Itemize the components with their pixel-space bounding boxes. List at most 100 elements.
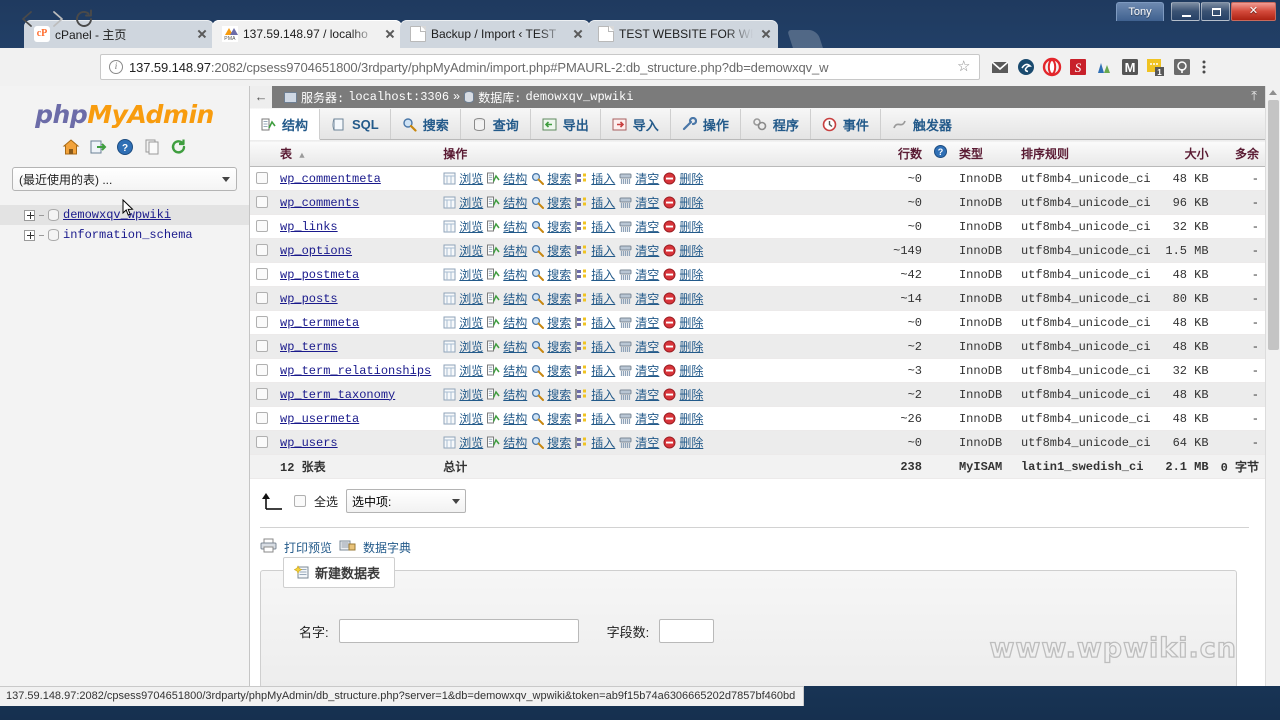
row-checkbox[interactable] [256,364,268,376]
table-row[interactable]: wp_links浏览结构搜索插入清空删除~0InnoDButf8mb4_unic… [250,215,1265,239]
action-drop[interactable]: 删除 [663,434,703,451]
col-name[interactable]: 表 ▲ [274,141,437,167]
table-row[interactable]: wp_termmeta浏览结构搜索插入清空删除~0InnoDButf8mb4_u… [250,311,1265,335]
breadcrumb-back-button[interactable]: ← [250,86,272,108]
data-dictionary-link[interactable]: 数据字典 [363,539,411,556]
action-drop[interactable]: 删除 [663,410,703,427]
browser-tab-2[interactable]: Backup / Import ‹ TEST [400,20,590,48]
row-checkbox-cell[interactable] [250,407,274,431]
action-browse[interactable]: 浏览 [443,434,483,451]
tab-events[interactable]: 事件 [811,109,881,139]
action-insert[interactable]: 插入 [575,218,615,235]
row-table-name[interactable]: wp_options [274,239,437,263]
tab-structure[interactable]: 结构 [250,109,320,140]
row-checkbox[interactable] [256,292,268,304]
print-view-link[interactable]: 打印预览 [284,539,332,556]
action-browse[interactable]: 浏览 [443,194,483,211]
scroll-up-arrow-icon[interactable] [1269,90,1277,95]
row-checkbox[interactable] [256,244,268,256]
action-empty[interactable]: 清空 [619,386,659,403]
tab-sql[interactable]: SQL [320,109,391,139]
action-empty[interactable]: 清空 [619,194,659,211]
table-name-link[interactable]: wp_postmeta [280,268,359,282]
row-checkbox[interactable] [256,268,268,280]
action-drop[interactable]: 删除 [663,314,703,331]
new-tab-button[interactable] [787,30,823,48]
action-drop[interactable]: 删除 [663,194,703,211]
action-search[interactable]: 搜索 [531,410,571,427]
row-checkbox-cell[interactable] [250,167,274,191]
tab-operations[interactable]: 操作 [671,109,741,139]
action-empty[interactable]: 清空 [619,434,659,451]
row-checkbox[interactable] [256,388,268,400]
tab-query[interactable]: 查询 [461,109,531,139]
row-checkbox-cell[interactable] [250,359,274,383]
row-checkbox[interactable] [256,172,268,184]
table-row[interactable]: wp_postmeta浏览结构搜索插入清空删除~42InnoDButf8mb4_… [250,263,1265,287]
page-scrollbar[interactable] [1265,86,1280,686]
action-search[interactable]: 搜索 [531,386,571,403]
action-search[interactable]: 搜索 [531,362,571,379]
action-empty[interactable]: 清空 [619,218,659,235]
database-name[interactable]: demowxqv_wpwiki [63,208,171,222]
action-insert[interactable]: 插入 [575,194,615,211]
site-info-icon[interactable] [109,60,123,74]
action-browse[interactable]: 浏览 [443,362,483,379]
table-name-link[interactable]: wp_comments [280,196,359,210]
row-table-name[interactable]: wp_commentmeta [274,167,437,191]
help-icon[interactable]: ? [116,138,134,156]
action-structure[interactable]: 结构 [487,434,527,451]
table-name-link[interactable]: wp_users [280,436,338,450]
row-table-name[interactable]: wp_users [274,431,437,455]
action-structure[interactable]: 结构 [487,266,527,283]
back-icon[interactable] [15,7,39,31]
edge-circle-icon[interactable] [1016,57,1036,77]
action-browse[interactable]: 浏览 [443,290,483,307]
table-name-link[interactable]: wp_term_taxonomy [280,388,395,402]
row-table-name[interactable]: wp_termmeta [274,311,437,335]
action-search[interactable]: 搜索 [531,170,571,187]
action-drop[interactable]: 删除 [663,170,703,187]
row-checkbox-cell[interactable] [250,239,274,263]
action-search[interactable]: 搜索 [531,266,571,283]
action-insert[interactable]: 插入 [575,290,615,307]
action-structure[interactable]: 结构 [487,386,527,403]
action-insert[interactable]: 插入 [575,170,615,187]
table-row[interactable]: wp_options浏览结构搜索插入清空删除~149InnoDButf8mb4_… [250,239,1265,263]
with-selected-dropdown[interactable]: 选中项: [346,489,466,513]
action-drop[interactable]: 删除 [663,242,703,259]
row-table-name[interactable]: wp_term_taxonomy [274,383,437,407]
m-icon[interactable]: M [1120,57,1140,77]
action-empty[interactable]: 清空 [619,362,659,379]
action-structure[interactable]: 结构 [487,242,527,259]
action-browse[interactable]: 浏览 [443,218,483,235]
action-insert[interactable]: 插入 [575,386,615,403]
row-checkbox-cell[interactable] [250,287,274,311]
col-collation[interactable]: 排序规则 [1015,141,1157,167]
action-structure[interactable]: 结构 [487,362,527,379]
action-empty[interactable]: 清空 [619,314,659,331]
table-name-input[interactable] [339,619,579,643]
column-count-input[interactable] [659,619,714,643]
action-structure[interactable]: 结构 [487,410,527,427]
action-search[interactable]: 搜索 [531,290,571,307]
action-drop[interactable]: 删除 [663,290,703,307]
bookmark-star-icon[interactable]: ☆ [957,59,973,75]
row-table-name[interactable]: wp_posts [274,287,437,311]
tab-close-icon[interactable] [570,26,586,42]
tab-close-icon[interactable] [382,26,398,42]
shield-icon[interactable] [1172,57,1192,77]
row-checkbox[interactable] [256,316,268,328]
row-checkbox-cell[interactable] [250,263,274,287]
action-insert[interactable]: 插入 [575,314,615,331]
action-insert[interactable]: 插入 [575,434,615,451]
scrollbar-thumb[interactable] [1268,100,1279,350]
action-search[interactable]: 搜索 [531,218,571,235]
table-name-link[interactable]: wp_commentmeta [280,172,381,186]
action-empty[interactable]: 清空 [619,266,659,283]
expand-plus-icon[interactable] [24,210,35,221]
action-browse[interactable]: 浏览 [443,338,483,355]
col-size[interactable]: 大小 [1157,141,1215,167]
row-checkbox[interactable] [256,340,268,352]
forward-icon[interactable] [45,7,69,31]
